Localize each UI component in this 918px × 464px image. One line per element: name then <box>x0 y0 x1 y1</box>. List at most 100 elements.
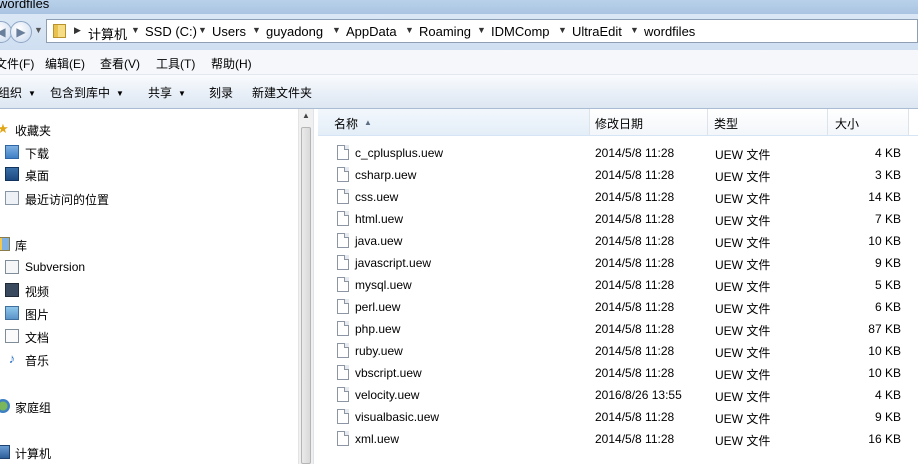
share-button[interactable]: 共享 ▼ <box>148 84 186 101</box>
file-icon <box>337 167 349 182</box>
file-type: UEW 文件 <box>715 258 771 272</box>
nav-music[interactable]: ♪ 音乐 <box>0 350 298 370</box>
file-size: 16 KB <box>868 432 901 446</box>
navigation-scrollbar[interactable]: ▲ <box>298 109 313 464</box>
file-row[interactable]: xml.uew 2014/5/8 11:28 UEW 文件 16 KB <box>318 428 918 450</box>
breadcrumb-dropdown-icon[interactable]: ▼ <box>405 25 414 35</box>
file-type: UEW 文件 <box>715 412 771 426</box>
breadcrumb-dropdown-icon[interactable]: ▼ <box>630 25 639 35</box>
breadcrumb-ultraedit[interactable]: UltraEdit <box>572 24 622 39</box>
file-row[interactable]: velocity.uew 2016/8/26 13:55 UEW 文件 4 KB <box>318 384 918 406</box>
scrollbar-thumb[interactable] <box>301 127 311 464</box>
address-bar[interactable]: ▶ 计算机 ▼ SSD (C:) ▼ Users ▼ guyadong ▼ Ap… <box>46 19 918 43</box>
menu-tools[interactable]: 工具(T) <box>156 55 195 72</box>
breadcrumb-dropdown-icon[interactable]: ▼ <box>558 25 567 35</box>
organize-button[interactable]: 组织 ▼ <box>0 84 36 101</box>
scroll-up-icon[interactable]: ▲ <box>302 111 310 120</box>
nav-documents-label: 文档 <box>25 331 50 345</box>
share-label: 共享 <box>148 86 173 100</box>
file-size: 5 KB <box>874 278 901 292</box>
file-icon <box>337 387 349 402</box>
nav-music-label: 音乐 <box>25 354 50 368</box>
column-header-type[interactable]: 类型 <box>708 109 828 135</box>
column-modified-label: 修改日期 <box>595 117 644 131</box>
menu-file[interactable]: 文件(F) <box>0 55 34 72</box>
recent-pages-dropdown-icon[interactable]: ▼ <box>34 25 43 35</box>
file-name: visualbasic.uew <box>355 410 440 424</box>
breadcrumb-computer[interactable]: 计算机 <box>88 24 127 43</box>
file-icon <box>337 189 349 204</box>
file-row[interactable]: mysql.uew 2014/5/8 11:28 UEW 文件 5 KB <box>318 274 918 296</box>
downloads-icon <box>5 145 19 159</box>
menu-help[interactable]: 帮助(H) <box>211 55 252 72</box>
file-row[interactable]: java.uew 2014/5/8 11:28 UEW 文件 10 KB <box>318 230 918 252</box>
file-row[interactable]: css.uew 2014/5/8 11:28 UEW 文件 14 KB <box>318 186 918 208</box>
file-size: 7 KB <box>874 212 901 226</box>
menu-edit[interactable]: 编辑(E) <box>45 55 85 72</box>
nav-recent-places[interactable]: 最近访问的位置 <box>0 189 298 209</box>
nav-subversion[interactable]: Subversion <box>0 258 298 278</box>
chevron-right-icon[interactable]: ▶ <box>74 25 81 36</box>
file-row[interactable]: html.uew 2014/5/8 11:28 UEW 文件 7 KB <box>318 208 918 230</box>
nav-downloads-label: 下载 <box>25 147 50 161</box>
file-row[interactable]: csharp.uew 2014/5/8 11:28 UEW 文件 3 KB <box>318 164 918 186</box>
nav-downloads[interactable]: 下载 <box>0 143 298 163</box>
breadcrumb-guyadong[interactable]: guyadong <box>266 24 323 39</box>
file-size: 6 KB <box>874 300 901 314</box>
file-row[interactable]: php.uew 2014/5/8 11:28 UEW 文件 87 KB <box>318 318 918 340</box>
file-row[interactable]: ruby.uew 2014/5/8 11:28 UEW 文件 10 KB <box>318 340 918 362</box>
nav-libraries[interactable]: 库 <box>0 235 298 255</box>
column-header-size[interactable]: 大小 <box>828 109 909 135</box>
include-in-library-label: 包含到库中 <box>50 86 111 100</box>
file-size: 3 KB <box>874 168 901 182</box>
menu-view[interactable]: 查看(V) <box>100 55 140 72</box>
column-header-name[interactable]: 名称 ▲ <box>318 109 590 135</box>
column-header-modified[interactable]: 修改日期 <box>590 109 708 135</box>
burn-button[interactable]: 刻录 <box>209 84 233 101</box>
breadcrumb-dropdown-icon[interactable]: ▼ <box>332 25 341 35</box>
file-size: 4 KB <box>874 146 901 160</box>
breadcrumb-roaming[interactable]: Roaming <box>419 24 471 39</box>
file-icon <box>337 255 349 270</box>
nav-libraries-label: 库 <box>15 239 28 253</box>
file-row[interactable]: javascript.uew 2014/5/8 11:28 UEW 文件 9 KB <box>318 252 918 274</box>
forward-button[interactable]: ▶ <box>10 21 32 43</box>
title-bar[interactable]: wordfiles <box>0 0 918 14</box>
file-size: 9 KB <box>874 256 901 270</box>
breadcrumb-dropdown-icon[interactable]: ▼ <box>252 25 261 35</box>
nav-pictures[interactable]: 图片 <box>0 304 298 324</box>
nav-documents[interactable]: 文档 <box>0 327 298 347</box>
chevron-down-icon: ▼ <box>28 89 36 98</box>
file-row[interactable]: visualbasic.uew 2014/5/8 11:28 UEW 文件 9 KB <box>318 406 918 428</box>
nav-videos[interactable]: 视频 <box>0 281 298 301</box>
nav-favorites[interactable]: ★ 收藏夹 <box>0 120 298 140</box>
nav-homegroup[interactable]: 家庭组 <box>0 397 298 417</box>
file-modified: 2014/5/8 11:28 <box>595 146 675 160</box>
file-row[interactable]: vbscript.uew 2014/5/8 11:28 UEW 文件 10 KB <box>318 362 918 384</box>
breadcrumb-appdata[interactable]: AppData <box>346 24 397 39</box>
breadcrumb-dropdown-icon[interactable]: ▼ <box>198 25 207 35</box>
breadcrumb-dropdown-icon[interactable]: ▼ <box>131 25 140 35</box>
file-name: html.uew <box>355 212 404 226</box>
breadcrumb-idmcomp[interactable]: IDMComp <box>491 24 550 39</box>
file-size: 4 KB <box>874 388 901 402</box>
file-size: 9 KB <box>874 410 901 424</box>
breadcrumb-dropdown-icon[interactable]: ▼ <box>477 25 486 35</box>
file-name: vbscript.uew <box>355 366 422 380</box>
file-row[interactable]: c_cplusplus.uew 2014/5/8 11:28 UEW 文件 4 KB <box>318 142 918 164</box>
breadcrumb-ssd[interactable]: SSD (C:) <box>145 24 197 39</box>
file-modified: 2014/5/8 11:28 <box>595 278 675 292</box>
breadcrumb-wordfiles[interactable]: wordfiles <box>644 24 695 39</box>
nav-computer[interactable]: 计算机 <box>0 443 298 463</box>
file-icon <box>337 145 349 160</box>
include-in-library-button[interactable]: 包含到库中 ▼ <box>50 84 124 101</box>
chevron-down-icon: ▼ <box>178 89 186 98</box>
file-modified: 2014/5/8 11:28 <box>595 300 675 314</box>
breadcrumb-users[interactable]: Users <box>212 24 246 39</box>
nav-homegroup-label: 家庭组 <box>15 401 52 415</box>
nav-desktop[interactable]: 桌面 <box>0 165 298 185</box>
file-row[interactable]: perl.uew 2014/5/8 11:28 UEW 文件 6 KB <box>318 296 918 318</box>
file-type: UEW 文件 <box>715 434 771 448</box>
chevron-down-icon: ▼ <box>116 89 124 98</box>
new-folder-button[interactable]: 新建文件夹 <box>252 84 312 101</box>
